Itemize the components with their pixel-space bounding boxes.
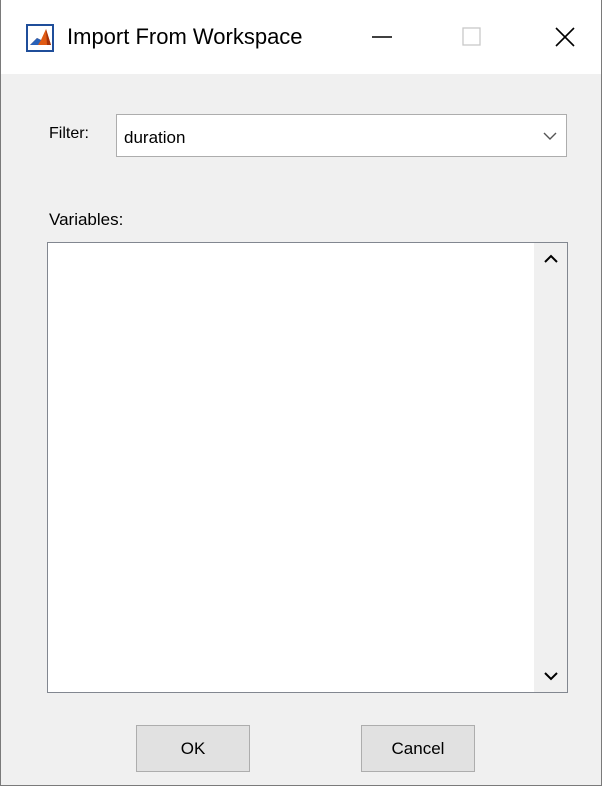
cancel-button[interactable]: Cancel [361, 725, 475, 772]
minimize-icon [372, 36, 392, 38]
close-icon [555, 27, 575, 47]
chevron-up-icon [543, 254, 558, 263]
window-title: Import From Workspace [67, 24, 303, 49]
minimize-button[interactable] [352, 14, 412, 60]
scroll-up-button[interactable] [534, 243, 567, 275]
matlab-logo-icon [26, 24, 54, 52]
variables-list[interactable] [47, 242, 568, 693]
filter-dropdown[interactable]: duration [116, 114, 567, 157]
filter-label: Filter: [49, 125, 89, 142]
filter-selected-value: duration [124, 128, 186, 147]
ok-button[interactable]: OK [136, 725, 250, 772]
title-bar[interactable]: Import From Workspace [1, 0, 601, 74]
close-button[interactable] [535, 14, 595, 60]
scroll-down-button[interactable] [534, 660, 567, 692]
chevron-down-icon [543, 672, 558, 681]
maximize-icon [462, 27, 481, 46]
import-from-workspace-dialog: Import From Workspace Filter: duration V… [0, 0, 602, 786]
maximize-button[interactable] [442, 14, 502, 60]
chevron-down-icon [543, 132, 557, 140]
variables-scrollbar[interactable] [534, 243, 567, 692]
variables-label: Variables: [49, 210, 124, 229]
